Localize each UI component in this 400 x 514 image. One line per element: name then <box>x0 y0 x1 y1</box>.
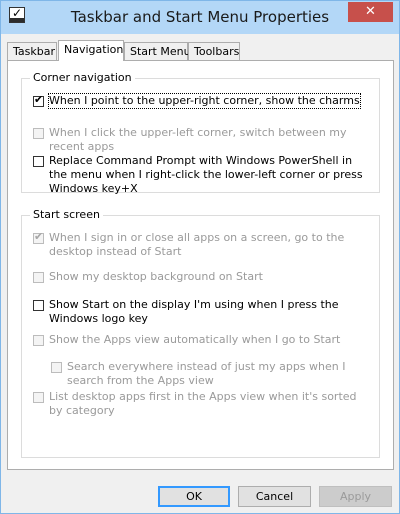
option-go-to-desktop[interactable]: ✔ When I sign in or close all apps on a … <box>33 231 373 259</box>
apps-view-label[interactable]: Show the Apps view automatically when I … <box>49 333 340 347</box>
apply-button[interactable]: Apply <box>319 486 392 507</box>
desktop-background-label[interactable]: Show my desktop background on Start <box>49 270 263 284</box>
option-recent-apps[interactable]: When I click the upper-left corner, swit… <box>33 126 373 154</box>
powershell-checkbox[interactable] <box>33 156 44 167</box>
cancel-button[interactable]: Cancel <box>238 486 311 507</box>
title-bar[interactable]: ✓ Taskbar and Start Menu Properties ✕ <box>1 1 399 34</box>
option-desktop-background[interactable]: Show my desktop background on Start <box>33 270 373 284</box>
ok-button[interactable]: OK <box>158 486 230 507</box>
tab-navigation[interactable]: Navigation <box>58 40 124 61</box>
option-powershell[interactable]: Replace Command Prompt with Windows Powe… <box>33 154 373 196</box>
window-title: Taskbar and Start Menu Properties <box>70 8 330 26</box>
go-to-desktop-label[interactable]: When I sign in or close all apps on a sc… <box>49 231 373 259</box>
recent-apps-checkbox[interactable] <box>33 128 44 139</box>
start-on-display-label[interactable]: Show Start on the display I'm using when… <box>49 298 373 326</box>
powershell-label[interactable]: Replace Command Prompt with Windows Powe… <box>49 154 373 196</box>
desktop-background-checkbox[interactable] <box>33 272 44 283</box>
corner-navigation-title: Corner navigation <box>30 71 135 84</box>
start-on-display-checkbox[interactable] <box>33 300 44 311</box>
charms-label[interactable]: When I point to the upper-right corner, … <box>48 93 361 109</box>
go-to-desktop-checkbox[interactable]: ✔ <box>33 230 44 244</box>
apps-view-checkbox[interactable] <box>33 335 44 346</box>
start-screen-title: Start screen <box>30 208 103 221</box>
search-everywhere-checkbox[interactable] <box>51 362 62 373</box>
search-everywhere-label[interactable]: Search everywhere instead of just my app… <box>67 360 371 388</box>
checkmark-icon: ✔ <box>34 93 44 106</box>
option-charms[interactable]: ✔ When I point to the upper-right corner… <box>33 93 373 109</box>
option-desktop-apps-first[interactable]: List desktop apps first in the Apps view… <box>33 390 373 418</box>
charms-checkbox[interactable]: ✔ <box>33 93 44 107</box>
checkmark-icon: ✔ <box>34 230 44 243</box>
option-search-everywhere[interactable]: Search everywhere instead of just my app… <box>51 360 371 388</box>
desktop-apps-first-label[interactable]: List desktop apps first in the Apps view… <box>49 390 373 418</box>
desktop-apps-first-checkbox[interactable] <box>33 392 44 403</box>
start-screen-group: Start screen ✔ When I sign in or close a… <box>21 208 380 458</box>
tab-taskbar[interactable]: Taskbar <box>7 42 57 60</box>
close-button[interactable]: ✕ <box>348 2 393 22</box>
properties-window: ✓ Taskbar and Start Menu Properties ✕ Ta… <box>0 0 400 514</box>
tab-toolbars[interactable]: Toolbars <box>188 42 240 60</box>
tab-start-menu[interactable]: Start Menu <box>124 42 191 60</box>
recent-apps-label[interactable]: When I click the upper-left corner, swit… <box>49 126 373 154</box>
corner-navigation-group: Corner navigation ✔ When I point to the … <box>21 71 380 196</box>
navigation-panel: Corner navigation ✔ When I point to the … <box>7 60 394 470</box>
option-apps-view[interactable]: Show the Apps view automatically when I … <box>33 333 373 347</box>
option-start-on-display[interactable]: Show Start on the display I'm using when… <box>33 298 373 326</box>
